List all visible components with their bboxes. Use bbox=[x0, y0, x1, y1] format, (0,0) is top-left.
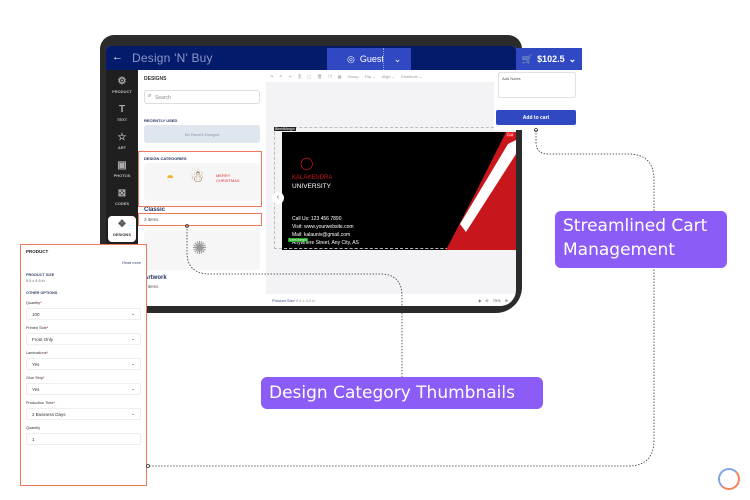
contact-block: Call Us: 123 456 7890 Visit: www.yourweb… bbox=[292, 215, 359, 247]
bleed-margin-label: BleedMargin bbox=[274, 127, 296, 131]
chevron-down-icon[interactable]: ⌄ bbox=[383, 48, 411, 70]
product-size-value: 9.5 x 4.5 in bbox=[26, 279, 45, 283]
chevron-down-icon: ⌄ bbox=[131, 311, 135, 316]
gear-icon: ⚙ bbox=[117, 76, 127, 87]
chevron-down-icon: ⌄ bbox=[131, 411, 135, 416]
rail-item-designs[interactable]: ❖ DESIGNS bbox=[108, 216, 136, 242]
glue-strip-select[interactable]: Yes ⌄ bbox=[26, 383, 141, 395]
safe-margin-label: SafeMargin bbox=[288, 238, 308, 242]
product-size-value: 9.5 x 4.5 in bbox=[295, 297, 316, 303]
guest-account-button[interactable]: ◎ Guest ⌄ bbox=[327, 48, 411, 70]
production-time-select[interactable]: 2 Business Days ⌄ bbox=[26, 408, 141, 420]
printed-side-select[interactable]: Front Only ⌄ bbox=[26, 333, 141, 345]
duplicate-icon[interactable]: ❐ bbox=[328, 74, 332, 79]
chevron-down-icon: ⌄ bbox=[131, 336, 135, 341]
status-bar: Product Size 9.5 x 4.5 in ◈ ⊖ 75% ⊕ bbox=[266, 294, 516, 306]
user-icon: ◎ bbox=[347, 53, 355, 64]
qr-code-icon: ⊠ bbox=[117, 188, 127, 199]
distribute-dropdown[interactable]: Distribute ⌄ bbox=[401, 74, 422, 79]
watermark-logo bbox=[718, 468, 740, 490]
copy-icon[interactable]: ⎘ bbox=[298, 74, 301, 79]
align-dropdown[interactable]: Align ⌄ bbox=[382, 74, 395, 79]
zoom-out-icon[interactable]: ⊖ bbox=[485, 298, 488, 303]
top-bar: ← Design 'N' Buy bbox=[106, 46, 516, 70]
chevron-down-icon: ⌄ bbox=[131, 361, 135, 366]
quantity-label: Quantity bbox=[26, 426, 41, 430]
rail-item-codes[interactable]: ⊠ CODES bbox=[106, 188, 138, 206]
design-search-input[interactable]: ⌕ Search bbox=[144, 90, 260, 104]
website-text: Visit: www.yourwebsite.com bbox=[292, 224, 354, 230]
rail-item-product[interactable]: ⚙ PRODUCT bbox=[106, 76, 138, 94]
laminations-select[interactable]: Yes ⌄ bbox=[26, 358, 141, 370]
zoom-level-dropdown[interactable]: 75% bbox=[493, 298, 501, 303]
redo-icon[interactable]: ↷ bbox=[270, 74, 273, 79]
org-name: KALAKENDRA bbox=[292, 175, 333, 181]
back-arrow-icon[interactable]: ← bbox=[112, 51, 123, 63]
field-label: Printed Side* bbox=[26, 326, 49, 330]
quantity-select[interactable]: 100 ⌄ bbox=[26, 308, 141, 320]
business-card-canvas[interactable]: BleedMargin Cut ◯ KALAKENDRA UNIVERSITY … bbox=[274, 127, 516, 250]
panel-title: DESIGNS bbox=[144, 76, 167, 82]
rail-item-text[interactable]: T TEXT bbox=[106, 104, 138, 122]
add-to-cart-button[interactable]: Add to cart bbox=[496, 110, 576, 125]
product-options-panel: PRODUCT Read more PRODUCT SIZE 9.5 x 4.5… bbox=[20, 244, 147, 486]
product-size-label: Product Size bbox=[272, 297, 295, 303]
field-label: Glue Strip* bbox=[26, 376, 45, 380]
no-recent-designs: No Recent Designs bbox=[144, 125, 260, 143]
cart-notes-panel: Add Notes Add to cart bbox=[494, 70, 582, 130]
brand-logo: Design 'N' Buy bbox=[132, 51, 213, 65]
mandala-thumbnail: ✺ bbox=[192, 238, 208, 258]
zoom-in-icon[interactable]: ⊕ bbox=[505, 298, 508, 303]
category-thumbnail-highlight bbox=[138, 151, 262, 207]
callout-cart-management: Streamlined Cart Management bbox=[555, 211, 727, 268]
red-stripe-graphic bbox=[446, 132, 516, 250]
designs-icon: ❖ bbox=[117, 219, 127, 230]
field-label: Production Time* bbox=[26, 401, 55, 405]
search-icon: ⌕ bbox=[148, 93, 152, 99]
cut-label: Cut bbox=[505, 132, 514, 137]
cut-icon[interactable]: ✂ bbox=[289, 74, 292, 79]
group-button[interactable]: Group bbox=[348, 74, 359, 79]
rail-item-photos[interactable]: ▣ PHOTOS bbox=[106, 160, 138, 178]
art-icon: ☆ bbox=[117, 132, 127, 143]
read-more-link[interactable]: Read more bbox=[26, 261, 141, 265]
rail-item-art[interactable]: ☆ ART bbox=[106, 132, 138, 150]
callout-category-thumbnails: Design Category Thumbnails bbox=[261, 377, 543, 409]
chevron-down-icon: ⌄ bbox=[568, 53, 577, 64]
edit-toolbar: ↷ ↶ ✂ ⎘ ▢ 🗑 ❐ ▦ Group Flip ⌄ Align ⌄ Dis… bbox=[266, 70, 494, 82]
product-panel-title: PRODUCT bbox=[26, 249, 49, 254]
flip-dropdown[interactable]: Flip ⌄ bbox=[365, 74, 376, 79]
text-icon: T bbox=[118, 104, 126, 115]
phone-text: Call Us: 123 456 7890 bbox=[292, 216, 342, 222]
grid-icon[interactable]: ▦ bbox=[338, 74, 342, 79]
other-options-label: OTHER OPTIONS bbox=[26, 291, 58, 295]
undo-icon[interactable]: ↶ bbox=[279, 74, 282, 79]
field-label: Quantity* bbox=[26, 301, 42, 305]
layers-icon[interactable]: ◈ bbox=[478, 298, 481, 303]
category-thumbnail-artwork[interactable]: ✺ bbox=[144, 230, 260, 270]
product-size-label: PRODUCT SIZE bbox=[26, 273, 55, 277]
category-name: Artwork bbox=[144, 275, 167, 281]
cart-button[interactable]: 🛒 $102.5 ⌄ bbox=[516, 48, 582, 70]
delete-icon[interactable]: 🗑 bbox=[317, 74, 322, 79]
university-logo-icon: ◯ bbox=[300, 156, 314, 170]
chevron-down-icon: ⌄ bbox=[131, 386, 135, 391]
category-count-highlight bbox=[138, 213, 262, 226]
paste-icon[interactable]: ▢ bbox=[307, 74, 311, 79]
recently-used-label: RECENTLY USED bbox=[144, 118, 178, 123]
quantity-input[interactable]: 1 bbox=[26, 433, 141, 445]
photo-icon: ▣ bbox=[117, 160, 127, 171]
org-subtitle: UNIVERSITY bbox=[292, 183, 332, 190]
add-notes-textarea[interactable]: Add Notes bbox=[498, 72, 576, 98]
cart-icon: 🛒 bbox=[521, 53, 534, 64]
collapse-panel-button[interactable]: ‹ bbox=[272, 192, 284, 204]
field-label: Laminations* bbox=[26, 351, 48, 355]
